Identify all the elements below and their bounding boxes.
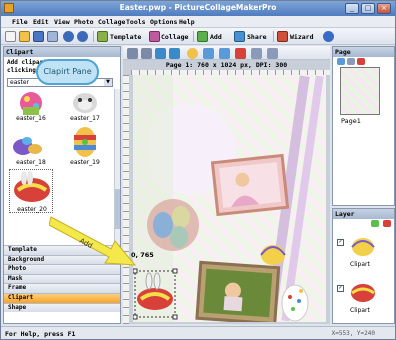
menu-collage[interactable]: Collage [98, 18, 125, 26]
category-frame[interactable]: Frame [4, 283, 120, 293]
status-help-text: For Help, press F1 [5, 330, 76, 338]
duplicate-page-icon[interactable] [347, 58, 355, 65]
clipart-category-value: easter [10, 79, 30, 86]
page-info: Page 1: 760 x 1024 px, DPI: 300 [165, 61, 288, 69]
page-panel-title: Page [333, 47, 394, 57]
delete-page-icon[interactable] [357, 58, 365, 65]
clipart-item[interactable]: easter_18 [9, 125, 53, 166]
layer-thumbnail [351, 238, 375, 256]
distribute-icon[interactable] [267, 48, 278, 59]
category-mask[interactable]: Mask [4, 273, 120, 284]
align-icon[interactable] [251, 48, 262, 59]
clipart-item-label: easter_16 [16, 115, 46, 122]
select-icon[interactable] [127, 48, 138, 59]
new-icon[interactable] [5, 31, 16, 42]
main-toolbar: Template Collage Add Share Wizard [1, 28, 395, 45]
template-button[interactable]: Template [110, 33, 141, 41]
collage-page[interactable] [133, 75, 326, 322]
clipart-item-label: easter_17 [70, 115, 100, 122]
menu-file[interactable]: File [12, 18, 28, 26]
rotate-icon[interactable] [169, 48, 180, 59]
clipart-item[interactable]: easter_17 [63, 89, 107, 123]
layer-panel: Layer ✓ Clipart ✓ Clipart [332, 208, 395, 324]
toolbar-separator [93, 31, 94, 42]
status-coordinates: X=553, Y=240 [331, 330, 375, 337]
toolbar-separator [193, 31, 194, 42]
menu-help[interactable]: Help [179, 18, 195, 26]
vertical-ruler [123, 75, 129, 324]
window-title: Easter.pwp - PictureCollageMakerPro [119, 3, 277, 12]
clipart-item-selected[interactable]: easter_20 [9, 169, 53, 213]
status-bar: For Help, press F1 X=553, Y=240 [1, 326, 395, 339]
layer-panel-title: Layer [333, 209, 394, 219]
page-panel: Page Page1 [332, 46, 395, 206]
add-icon[interactable] [197, 31, 208, 42]
add-button[interactable]: Add [210, 33, 222, 41]
clipart-pane-callout: Clapirt Pane [36, 59, 99, 85]
share-icon[interactable] [234, 31, 245, 42]
add-page-icon[interactable] [337, 58, 345, 65]
collage-icon[interactable] [149, 31, 160, 42]
layer-item[interactable]: ✓ Clipart [335, 275, 394, 318]
share-button[interactable]: Share [247, 33, 267, 41]
zoom-icon[interactable] [155, 48, 166, 59]
easter-clipart-image [14, 171, 50, 202]
category-shape[interactable]: Shape [4, 302, 120, 313]
bring-front-icon[interactable] [219, 48, 230, 59]
minimize-button[interactable]: _ [345, 3, 359, 14]
collage-button[interactable]: Collage [161, 33, 188, 41]
layer-delete-icon[interactable] [383, 220, 391, 227]
save-icon[interactable] [33, 31, 44, 42]
open-icon[interactable] [19, 31, 30, 42]
menu-bar: File Edit View Photo Collage Tools Optio… [1, 16, 395, 28]
easter-clipart-image [74, 127, 96, 157]
undo-icon[interactable] [63, 31, 74, 42]
menu-edit[interactable]: Edit [33, 18, 49, 26]
page-thumbnail[interactable] [340, 67, 380, 115]
layer-label: Clipart [350, 307, 370, 314]
save-as-icon[interactable] [47, 31, 58, 42]
wizard-icon[interactable] [277, 31, 288, 42]
add-arrow-annotation: Add [49, 216, 137, 266]
redo-icon[interactable] [77, 31, 88, 42]
close-button[interactable]: × [377, 3, 391, 14]
chevron-down-icon[interactable]: ▼ [104, 79, 112, 86]
clipart-panel-title: Clipart [4, 47, 120, 57]
clipart-panel: Clipart Add clipart... double clicking o… [3, 46, 121, 324]
toolbar-separator [273, 31, 274, 42]
clipart-item[interactable]: easter_16 [9, 89, 53, 123]
clipart-item-label: easter_18 [16, 159, 46, 166]
help-icon[interactable] [323, 31, 334, 42]
maximize-button[interactable]: □ [361, 3, 375, 14]
layer-visibility-checkbox[interactable]: ✓ [337, 239, 344, 246]
layer-visibility-checkbox[interactable]: ✓ [337, 285, 344, 292]
flip-icon[interactable] [203, 48, 214, 59]
menu-view[interactable]: View [54, 18, 70, 26]
crop-icon[interactable] [141, 48, 152, 59]
canvas-toolbar [123, 46, 330, 60]
layer-up-icon[interactable] [371, 220, 379, 227]
collage-artwork [133, 75, 324, 322]
menu-options[interactable]: Options [150, 18, 177, 26]
canvas-area: Page 1: 760 x 1024 px, DPI: 300 0, 765 [123, 46, 330, 324]
menu-tools[interactable]: Tools [126, 18, 146, 26]
effect-icon[interactable] [187, 48, 198, 59]
app-window: Easter.pwp - PictureCollageMakerPro _ □ … [0, 0, 396, 340]
layer-thumbnail [351, 284, 375, 302]
title-bar: Easter.pwp - PictureCollageMakerPro _ □ … [1, 1, 395, 16]
clipart-item[interactable]: easter_19 [63, 125, 107, 166]
menu-photo[interactable]: Photo [74, 18, 94, 26]
template-icon[interactable] [97, 31, 108, 42]
layer-item[interactable]: ✓ Clipart [335, 229, 394, 272]
delete-icon[interactable] [235, 48, 246, 59]
layer-label: Clipart [350, 261, 370, 268]
category-clipart[interactable]: Clipart [4, 292, 120, 303]
clipart-item-label: easter_20 [17, 206, 47, 213]
easter-clipart-image [13, 137, 42, 155]
page-label: Page1 [341, 117, 361, 125]
clipart-item-label: easter_19 [70, 159, 100, 166]
wizard-button[interactable]: Wizard [290, 33, 313, 41]
